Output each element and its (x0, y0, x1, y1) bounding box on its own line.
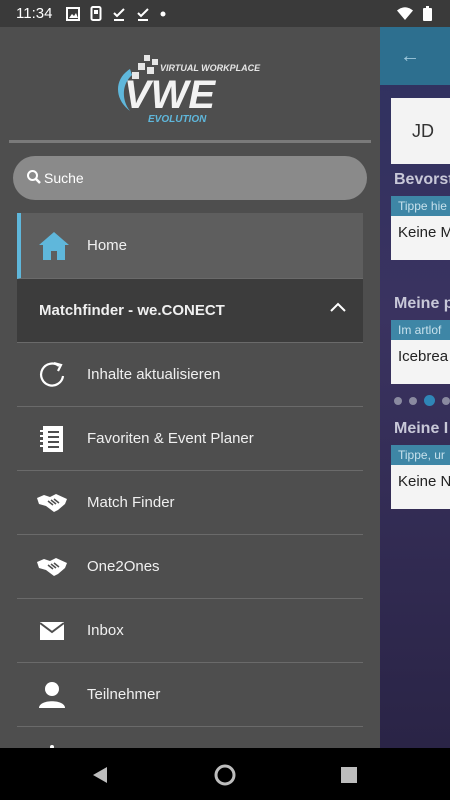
wifi-icon (397, 7, 413, 20)
menu-item-home[interactable]: Home (17, 213, 363, 279)
search-icon (27, 170, 41, 184)
menu-item-label: Inbox (87, 622, 124, 639)
image-icon (66, 6, 80, 21)
card-value: Keine M (398, 224, 450, 241)
handshake-icon (37, 557, 67, 576)
back-button[interactable] (88, 763, 112, 787)
refresh-icon (40, 361, 65, 387)
pager-dot-active[interactable] (424, 395, 435, 406)
handshake-icon (37, 493, 67, 512)
menu-group-matchfinder[interactable]: Matchfinder - we.CONECT (17, 279, 363, 343)
search-input[interactable]: Suche (13, 156, 367, 200)
info-card[interactable]: Tippe hie Keine M (391, 196, 450, 260)
dot-icon (160, 11, 166, 16)
card-hint: Im artlof (391, 320, 450, 340)
menu-item-participants[interactable]: Teilnehmer (17, 663, 363, 727)
menu-item-refresh[interactable]: Inhalte aktualisieren (17, 343, 363, 407)
card-hint: Tippe, ur (391, 445, 450, 465)
menu-item-one2ones[interactable]: One2Ones (17, 535, 363, 599)
mail-icon (39, 621, 65, 640)
home-button[interactable] (213, 763, 237, 787)
menu-group-label: Matchfinder - we.CONECT (39, 302, 225, 319)
status-bar: 11:34 (0, 0, 450, 27)
home-icon (39, 231, 69, 260)
menu-item-label: One2Ones (87, 558, 160, 575)
svg-text:VIRTUAL WORKPLACE: VIRTUAL WORKPLACE (160, 63, 261, 73)
notebook-icon (40, 425, 63, 452)
info-card[interactable]: Im artlof Icebrea (391, 320, 450, 384)
card-hint: Tippe hie (391, 196, 450, 216)
drawer-menu: Home Matchfinder - we.CONECT Inhalte akt… (17, 213, 363, 748)
pager-dot[interactable] (394, 396, 402, 405)
navigation-drawer: VIRTUAL WORKPLACE VWE EVOLUTION Suche Ho… (0, 27, 380, 748)
notification-icons (66, 6, 166, 21)
card-value: Keine N (398, 473, 450, 490)
system-nav-bar (0, 748, 450, 800)
info-card[interactable]: Tippe, ur Keine N (391, 445, 450, 509)
pager-dot[interactable] (409, 396, 417, 405)
vwe-logo: VIRTUAL WORKPLACE VWE EVOLUTION (118, 55, 261, 125)
battery-icon (423, 6, 432, 21)
section-title: Meine p (394, 295, 450, 312)
menu-item-label: Home (87, 237, 128, 254)
checkbox-icon (113, 7, 125, 21)
logo-divider (9, 140, 371, 143)
chevron-up-icon[interactable] (329, 301, 347, 313)
back-arrow-icon[interactable]: ← (400, 45, 420, 68)
pager-dots[interactable] (394, 395, 450, 406)
status-time: 11:34 (16, 5, 53, 22)
person-icon (39, 681, 65, 708)
recents-square-icon (341, 767, 357, 783)
system-icons (397, 6, 432, 21)
menu-item-label: Inhalte aktualisieren (87, 366, 221, 383)
menu-item-inbox[interactable]: Inbox (17, 599, 363, 663)
svg-text:EVOLUTION: EVOLUTION (148, 114, 207, 125)
section-title: Bevorst (394, 171, 450, 188)
app-bar: ← (380, 27, 450, 85)
phone-icon (90, 6, 102, 21)
menu-item-partial[interactable] (17, 727, 363, 748)
menu-item-favorites[interactable]: Favoriten & Event Planer (17, 407, 363, 471)
search-placeholder: Suche (44, 170, 84, 186)
avatar[interactable]: JD (391, 98, 450, 164)
recents-button[interactable] (337, 763, 361, 787)
section-title: Meine I (394, 420, 449, 437)
background-app: ← JD Bevorst Tippe hie Keine M Meine p I… (380, 27, 450, 748)
pager-dot[interactable] (442, 396, 450, 405)
checkbox-icon (137, 7, 149, 21)
home-circle-icon (214, 764, 236, 786)
menu-item-label: Match Finder (87, 494, 175, 511)
back-triangle-icon (93, 767, 107, 783)
menu-item-label: Teilnehmer (87, 686, 161, 703)
svg-text:VWE: VWE (124, 73, 216, 117)
menu-item-label: Favoriten & Event Planer (87, 430, 254, 447)
card-value: Icebrea (398, 348, 449, 365)
menu-item-match-finder[interactable]: Match Finder (17, 471, 363, 535)
